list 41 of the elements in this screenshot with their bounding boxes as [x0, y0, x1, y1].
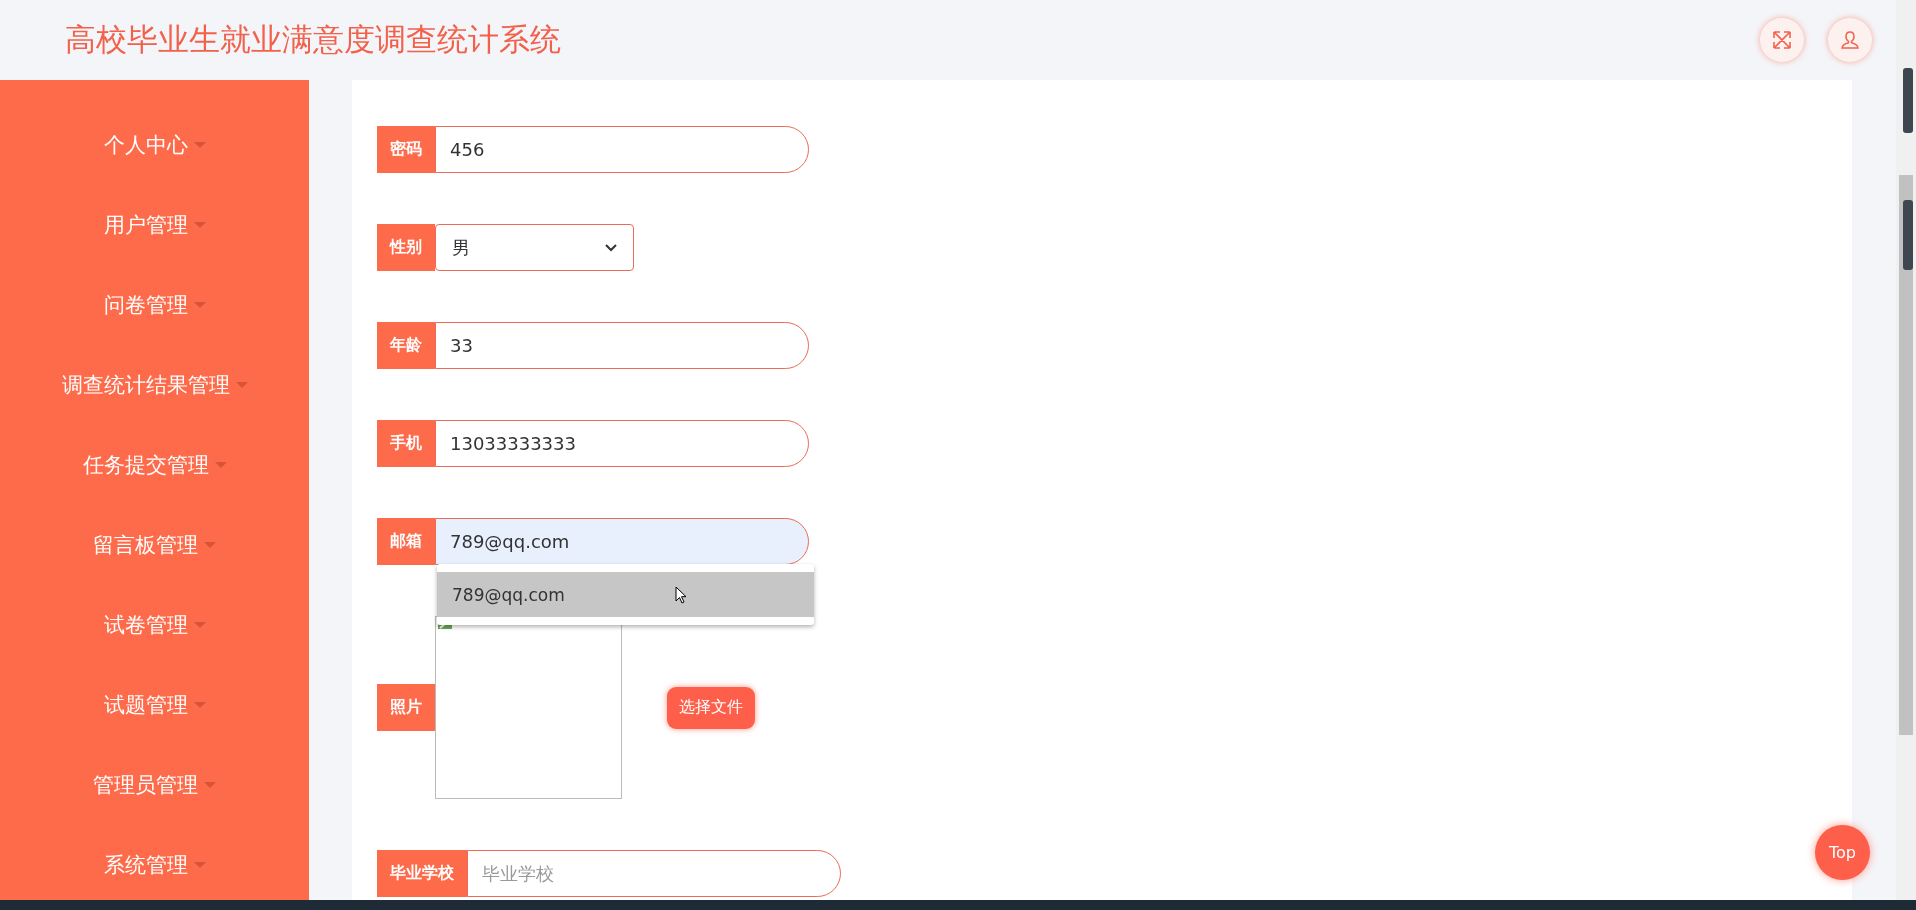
caret-icon: [193, 302, 206, 308]
field-label: 邮箱: [377, 518, 435, 565]
field-label: 密码: [377, 126, 435, 173]
chevron-down-icon: [605, 243, 617, 252]
fullscreen-icon[interactable]: [1760, 18, 1804, 62]
app-title: 高校毕业生就业满意度调查统计系统: [65, 20, 562, 59]
sidebar-item[interactable]: 试卷管理: [0, 595, 309, 655]
field-label: 照片: [377, 684, 435, 731]
sidebar-item[interactable]: 试题管理: [0, 675, 309, 735]
choose-file-button[interactable]: 选择文件: [667, 686, 755, 729]
sidebar-item[interactable]: 用户管理: [0, 195, 309, 255]
caret-icon: [204, 542, 216, 548]
input-field[interactable]: 789@qq.com: [435, 518, 809, 565]
caret-icon: [193, 222, 206, 228]
field-label: 年龄: [377, 322, 435, 369]
user-icon[interactable]: [1828, 18, 1872, 62]
caret-icon: [204, 782, 216, 788]
caret-icon: [214, 462, 227, 468]
input-field[interactable]: 13033333333: [435, 420, 809, 467]
sidebar-item[interactable]: 留言板管理: [0, 515, 309, 575]
input-field[interactable]: 456: [435, 126, 809, 173]
input-field[interactable]: 毕业学校: [467, 850, 841, 897]
sidebar-item[interactable]: 问卷管理: [0, 275, 309, 335]
input-field[interactable]: 33: [435, 322, 809, 369]
caret-icon: [193, 142, 206, 148]
caret-icon: [193, 862, 206, 868]
sidebar-item[interactable]: 管理员管理: [0, 755, 309, 815]
suggestion-item[interactable]: 789@qq.com: [437, 572, 814, 617]
select-field[interactable]: 男: [435, 224, 634, 271]
field-label: 毕业学校: [377, 850, 467, 897]
sidebar-item[interactable]: 任务提交管理: [0, 435, 309, 495]
sidebar-item[interactable]: 系统管理: [0, 835, 309, 895]
scrollbar[interactable]: [1896, 0, 1916, 900]
cursor-icon: [674, 585, 687, 604]
caret-icon: [235, 382, 248, 388]
sidebar-item[interactable]: 调查统计结果管理: [0, 355, 309, 415]
caret-icon: [193, 622, 206, 628]
sidebar-item[interactable]: 个人中心: [0, 115, 309, 175]
caret-icon: [193, 702, 206, 708]
field-label: 性别: [377, 224, 435, 271]
field-label: 手机: [377, 420, 435, 467]
